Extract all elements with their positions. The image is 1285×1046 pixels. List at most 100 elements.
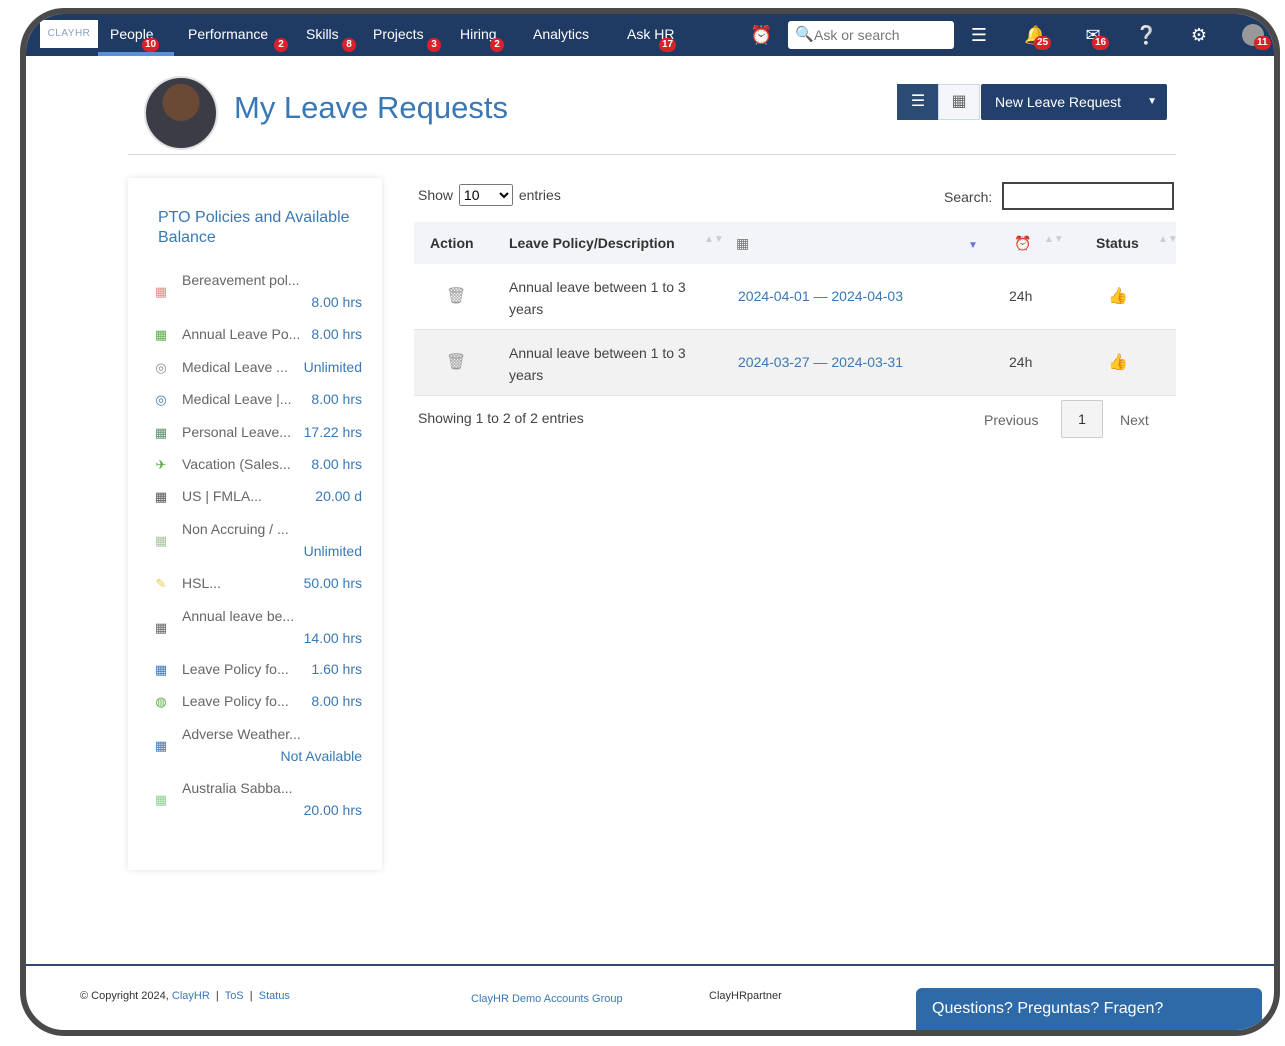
group-link[interactable]: ClayHR Demo Accounts Group [471,993,623,1005]
row-dates[interactable]: 2024-04-01 — 2024-04-03 [738,288,903,304]
policy-item[interactable]: ▦ Annual Leave Po... 8.00 hrs [150,326,362,348]
trash-icon[interactable]: 🗑 [446,286,466,306]
policy-name: Adverse Weather... [182,726,301,742]
row-description-line: years [509,301,544,317]
policy-balance: 8.00 hrs [311,326,362,342]
header-divider [128,154,1176,155]
list-icon: ☰ [910,93,926,110]
row-description-line: Annual leave between 1 to 3 [509,345,686,361]
nav-performance[interactable]: Performance 2 [188,26,288,52]
search-icon: 🔍 [795,26,814,43]
policy-balance: 8.00 hrs [311,693,362,709]
header-dates-calendar-icon[interactable]: ▦ [736,235,749,252]
table-search-input[interactable] [1002,182,1174,210]
next-page-button[interactable]: Next [1120,412,1149,428]
profile-photo [144,76,218,150]
calendar-icon: ▦ [154,738,168,753]
mail-icon[interactable]: ✉ 16 [1082,24,1110,50]
row-dates[interactable]: 2024-03-27 — 2024-03-31 [738,354,903,370]
calendar-icon: ▦ [154,662,168,677]
calendar-icon: ▦ [951,93,967,110]
sort-icon[interactable]: ▲▼ [704,234,724,245]
header-policy[interactable]: Leave Policy/Description [509,235,675,251]
policy-item[interactable]: ◍ Leave Policy fo... 8.00 hrs [150,693,362,715]
policy-item[interactable]: ◎ Medical Leave ... Unlimited [150,359,362,381]
globe-icon: ◍ [155,694,167,709]
global-search-input[interactable]: 🔍 Ask or search [788,21,954,49]
policy-name: Bereavement pol... [182,272,300,288]
row-description: Annual leave between 1 to 3 years [509,276,686,320]
policy-name: HSL... [182,575,221,591]
bell-icon[interactable]: 🔔 25 [1024,24,1052,50]
policy-item[interactable]: ✈ Vacation (Sales... 8.00 hrs [150,456,362,478]
calendar-view-button[interactable]: ▦ [938,84,980,120]
policy-item[interactable]: ▦ Australia Sabba... 20.00 hrs [150,780,362,824]
row-description-line: years [509,367,544,383]
page-title: My Leave Requests [234,90,508,125]
policy-balance: 17.22 hrs [303,424,362,440]
global-search-placeholder: Ask or search [814,27,900,43]
calendar-icon: ▦ [154,284,168,299]
nav-projects[interactable]: Projects 3 [373,26,441,52]
page-1-button[interactable]: 1 [1061,400,1103,438]
page-size-select[interactable]: 10 [458,184,513,206]
calendar-icon: ▦ [154,489,168,504]
nav-performance-label: Performance [188,26,269,42]
policy-balance: 1.60 hrs [311,661,362,677]
caret-down-icon[interactable]: ▼ [1147,84,1157,120]
camera-icon: ◎ [155,392,167,407]
company-link[interactable]: ClayHR [172,990,210,1002]
active-nav-indicator [98,52,174,56]
pencil-icon: ✎ [155,576,167,591]
nav-skills[interactable]: Skills 8 [306,26,356,52]
tos-link[interactable]: ToS [225,990,244,1002]
policy-item[interactable]: ▦ Personal Leave... 17.22 hrs [150,424,362,446]
table-info: Showing 1 to 2 of 2 entries [418,410,584,426]
policy-item[interactable]: ▦ US | FMLA... 20.00 d [150,488,362,510]
show-label: Show [418,187,454,203]
nav-hiring-badge: 2 [490,38,504,52]
policy-item[interactable]: ▦ Leave Policy fo... 1.60 hrs [150,661,362,683]
nav-hiring[interactable]: Hiring 2 [460,26,504,52]
calendar-icon: ▦ [154,425,168,440]
new-leave-request-button[interactable]: New Leave Request ▼ [981,84,1167,120]
page-size-control: Show 10 entries [418,184,561,206]
policy-item[interactable]: ✎ HSL... 50.00 hrs [150,575,362,597]
nav-people[interactable]: People 10 [110,26,160,52]
gear-icon[interactable]: ⚙ [1188,24,1210,46]
nav-ask-hr[interactable]: Ask HR 17 [627,26,677,52]
list-view-button[interactable]: ☰ [897,84,939,120]
sort-icon[interactable]: ▲▼ [1044,234,1064,245]
policy-name: Medical Leave |... [182,391,292,407]
nav-ask-hr-badge: 17 [659,38,677,52]
nav-analytics[interactable]: Analytics [533,26,589,42]
table-row: 🗑 Annual leave between 1 to 3 years 2024… [414,330,1176,396]
policy-item[interactable]: ◎ Medical Leave |... 8.00 hrs [150,391,362,413]
previous-page-button[interactable]: Previous [984,412,1038,428]
header-action: Action [430,235,474,251]
status-link[interactable]: Status [259,990,290,1002]
policy-item[interactable]: ▦ Non Accruing / ... Unlimited [150,521,362,565]
help-icon[interactable]: ❔ [1135,24,1157,46]
policy-item[interactable]: ▦ Adverse Weather... Not Available [150,726,362,770]
table-header: Action Leave Policy/Description ▲▼ ▦ ▼ ⏰… [414,222,1178,264]
alarm-clock-icon[interactable]: ⏰ [750,24,772,46]
new-leave-request-label: New Leave Request [995,94,1122,110]
policy-item[interactable]: ▦ Annual leave be... 14.00 hrs [150,608,362,652]
layers-icon[interactable]: ☰ [968,24,990,46]
user-avatar[interactable]: 11 [1242,24,1271,50]
calendar-icon: ▦ [154,533,168,548]
policy-item[interactable]: ▦ Bereavement pol... 8.00 hrs [150,272,362,316]
calendar-icon: ▦ [154,792,168,807]
footer-copyright: © Copyright 2024, ClayHR | ToS | Status [80,990,290,1002]
nav-projects-label: Projects [373,26,424,42]
sort-desc-icon[interactable]: ▼ [968,240,978,251]
policy-balance: Not Available [280,748,362,764]
sort-icon[interactable]: ▲▼ [1158,234,1178,245]
trash-icon[interactable]: 🗑 [446,352,466,372]
header-duration-clock-icon[interactable]: ⏰ [1014,235,1031,252]
clayhr-logo[interactable]: CLAYHR [40,20,98,48]
header-status[interactable]: Status [1096,235,1139,251]
chat-button[interactable]: Questions? Preguntas? Fragen? [916,988,1262,1030]
nav-skills-label: Skills [306,26,339,42]
